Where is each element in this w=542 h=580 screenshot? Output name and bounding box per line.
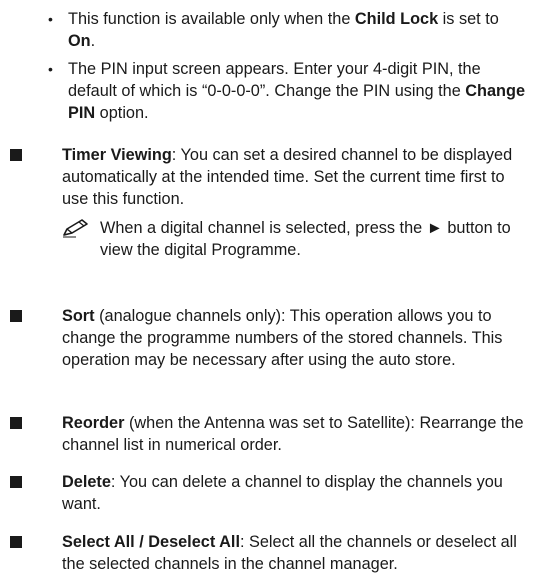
item-reorder: Reorder (when the Antenna was set to Sat…	[10, 412, 530, 456]
square-bullet-icon	[10, 476, 22, 488]
sub-bullet-pin: • The PIN input screen appears. Enter yo…	[48, 60, 526, 122]
item-text: Select All / Deselect All: Select all th…	[62, 531, 530, 575]
note-pencil-icon	[63, 219, 88, 238]
sub-bullet-child-lock: • This function is available only when t…	[48, 10, 499, 50]
item-title: Reorder	[62, 414, 125, 432]
item-delete: Delete: You can delete a channel to disp…	[10, 471, 530, 515]
item-timer-viewing: Timer Viewing: You can set a desired cha…	[10, 144, 530, 261]
sub-bullet-list: • This function is available only when t…	[48, 8, 528, 130]
item-description: (analogue channels only): This operation…	[62, 307, 503, 369]
note: When a digital channel is selected, pres…	[62, 217, 530, 261]
item-title: Timer Viewing	[62, 146, 172, 164]
bullet-dot-icon: •	[48, 61, 53, 77]
item-text: Timer Viewing: You can set a desired cha…	[62, 144, 530, 210]
square-bullet-icon	[10, 149, 22, 161]
square-bullet-icon	[10, 310, 22, 322]
note-text: When a digital channel is selected, pres…	[100, 219, 511, 259]
item-title: Sort	[62, 307, 95, 325]
item-select-all: Select All / Deselect All: Select all th…	[10, 531, 530, 575]
square-bullet-icon	[10, 417, 22, 429]
item-text: Reorder (when the Antenna was set to Sat…	[62, 412, 530, 456]
item-sort: Sort (analogue channels only): This oper…	[10, 305, 530, 371]
bullet-dot-icon: •	[48, 11, 53, 27]
item-description: (when the Antenna was set to Satellite):…	[62, 414, 524, 454]
item-description: : You can delete a channel to display th…	[62, 473, 503, 513]
square-bullet-icon	[10, 536, 22, 548]
item-title: Delete	[62, 473, 111, 491]
item-title: Select All / Deselect All	[62, 533, 240, 551]
item-text: Sort (analogue channels only): This oper…	[62, 305, 530, 371]
item-text: Delete: You can delete a channel to disp…	[62, 471, 530, 515]
